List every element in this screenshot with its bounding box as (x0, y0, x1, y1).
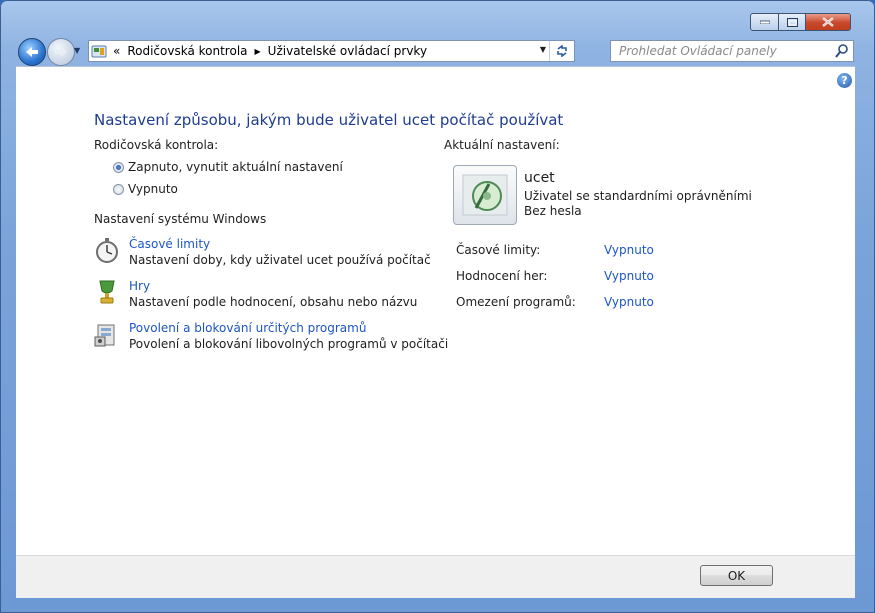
user-account-type: Uživatel se standardními oprávněními (524, 189, 752, 203)
setting-value-time-limits[interactable]: Vypnuto (604, 243, 654, 257)
setting-value-program-limits[interactable]: Vypnuto (604, 295, 654, 309)
button-bar: OK (16, 555, 855, 598)
minimize-button[interactable] (750, 13, 779, 31)
search-input[interactable]: Prohledat Ovládací panely (619, 44, 777, 58)
task-games: Hry Nastavení podle hodnocení, obsahu ne… (94, 279, 417, 309)
programs-description: Povolení a blokování libovolných program… (129, 337, 449, 351)
setting-label-time-limits: Časové limity: (456, 243, 541, 257)
page-title: Nastavení způsobu, jakým bude uživatel u… (94, 111, 564, 129)
radio-off-indicator[interactable] (113, 183, 124, 195)
refresh-button[interactable] (549, 41, 574, 61)
setting-label-game-ratings: Hodnocení her: (456, 269, 548, 283)
forward-button[interactable] (47, 38, 75, 66)
window-controls (750, 13, 851, 31)
programs-icon (94, 324, 115, 347)
time-limits-description: Nastavení doby, kdy uživatel ucet použív… (129, 253, 431, 267)
radio-on-indicator[interactable] (113, 161, 124, 173)
breadcrumb-separator-icon[interactable]: ▶ (255, 47, 261, 56)
time-limits-link[interactable]: Časové limity (129, 237, 431, 251)
refresh-icon (557, 45, 567, 57)
search-icon[interactable] (835, 44, 849, 58)
radio-on-label[interactable]: Zapnuto, vynutit aktuální nastavení (128, 160, 343, 174)
back-button[interactable] (18, 38, 46, 66)
avatar (453, 165, 517, 225)
minimize-icon (759, 20, 770, 24)
windows-settings-label: Nastavení systému Windows (94, 212, 267, 226)
navigation-bar: ▼ « Rodičovská kontrola ▶ Uživatelské ov… (16, 36, 859, 66)
back-arrow-icon (26, 47, 38, 57)
radio-off-label[interactable]: Vypnuto (128, 182, 178, 196)
task-programs: Povolení a blokování určitých programů P… (94, 321, 448, 351)
recent-pages-dropdown-icon[interactable]: ▼ (74, 46, 80, 55)
breadcrumb-item-user-controls[interactable]: Uživatelské ovládací prvky (268, 44, 427, 58)
breadcrumb-overflow[interactable]: « (113, 44, 120, 58)
user-picture-icon (462, 174, 508, 216)
address-dropdown-icon[interactable]: ▼ (540, 45, 546, 54)
close-button[interactable] (806, 13, 851, 31)
help-button[interactable]: ? (837, 73, 852, 88)
breadcrumb: « Rodičovská kontrola ▶ Uživatelské ovlá… (113, 44, 427, 58)
close-icon (822, 17, 834, 27)
ok-button[interactable]: OK (700, 565, 773, 586)
user-name: ucet (524, 170, 555, 186)
programs-link[interactable]: Povolení a blokování určitých programů (129, 321, 448, 335)
radio-off[interactable]: Vypnuto (113, 182, 178, 196)
stopwatch-icon (96, 238, 118, 263)
control-panel-icon (91, 45, 107, 58)
trophy-icon (99, 280, 115, 304)
address-bar[interactable]: « Rodičovská kontrola ▶ Uživatelské ovlá… (88, 40, 575, 62)
content-pane: ? Nastavení způsobu, jakým bude uživatel… (16, 66, 855, 556)
setting-label-program-limits: Omezení programů: (456, 295, 576, 309)
breadcrumb-item-parental-control[interactable]: Rodičovská kontrola (127, 44, 247, 58)
games-link[interactable]: Hry (129, 279, 417, 293)
forward-arrow-icon (55, 47, 67, 57)
search-box[interactable]: Prohledat Ovládací panely (610, 40, 854, 62)
help-icon: ? (841, 74, 848, 87)
maximize-icon (786, 17, 798, 27)
radio-on[interactable]: Zapnuto, vynutit aktuální nastavení (113, 160, 343, 174)
setting-value-game-ratings[interactable]: Vypnuto (604, 269, 654, 283)
window-frame: ▼ « Rodičovská kontrola ▶ Uživatelské ov… (0, 0, 875, 613)
user-password-status: Bez hesla (524, 204, 582, 218)
parental-control-label: Rodičovská kontrola: (94, 138, 219, 152)
maximize-button[interactable] (779, 13, 806, 31)
games-description: Nastavení podle hodnocení, obsahu nebo n… (129, 295, 418, 309)
task-time-limits: Časové limity Nastavení doby, kdy uživat… (94, 237, 431, 267)
current-settings-label: Aktuální nastavení: (444, 138, 560, 152)
